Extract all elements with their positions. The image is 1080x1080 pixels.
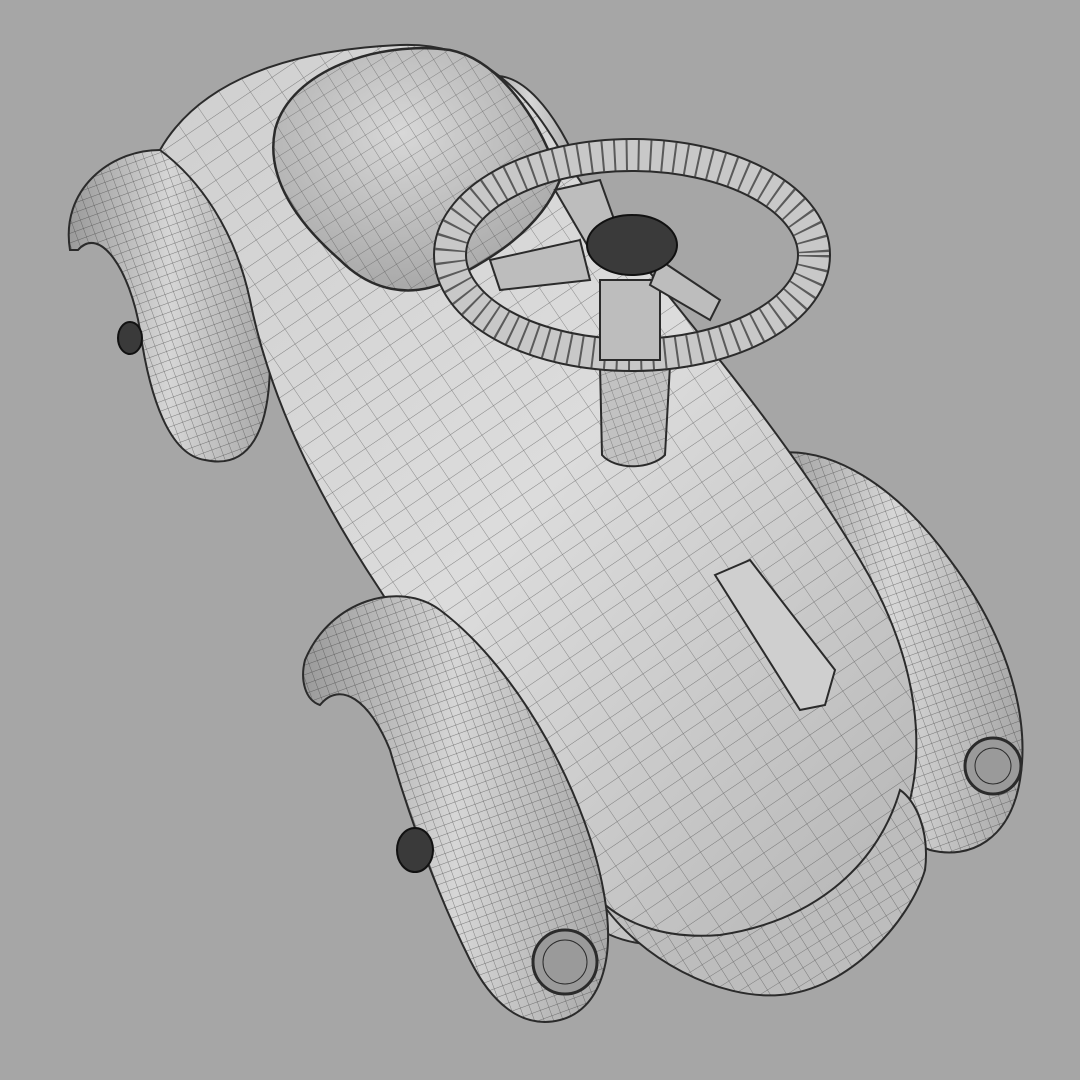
front-right-headlight [963,736,1023,796]
front-left-headlight [531,928,599,996]
steering-hub [586,214,678,276]
rear-left-axle-hub [117,321,143,355]
render-scene [0,0,1080,1080]
front-left-axle-hub [396,827,434,873]
steering-column [598,364,672,468]
